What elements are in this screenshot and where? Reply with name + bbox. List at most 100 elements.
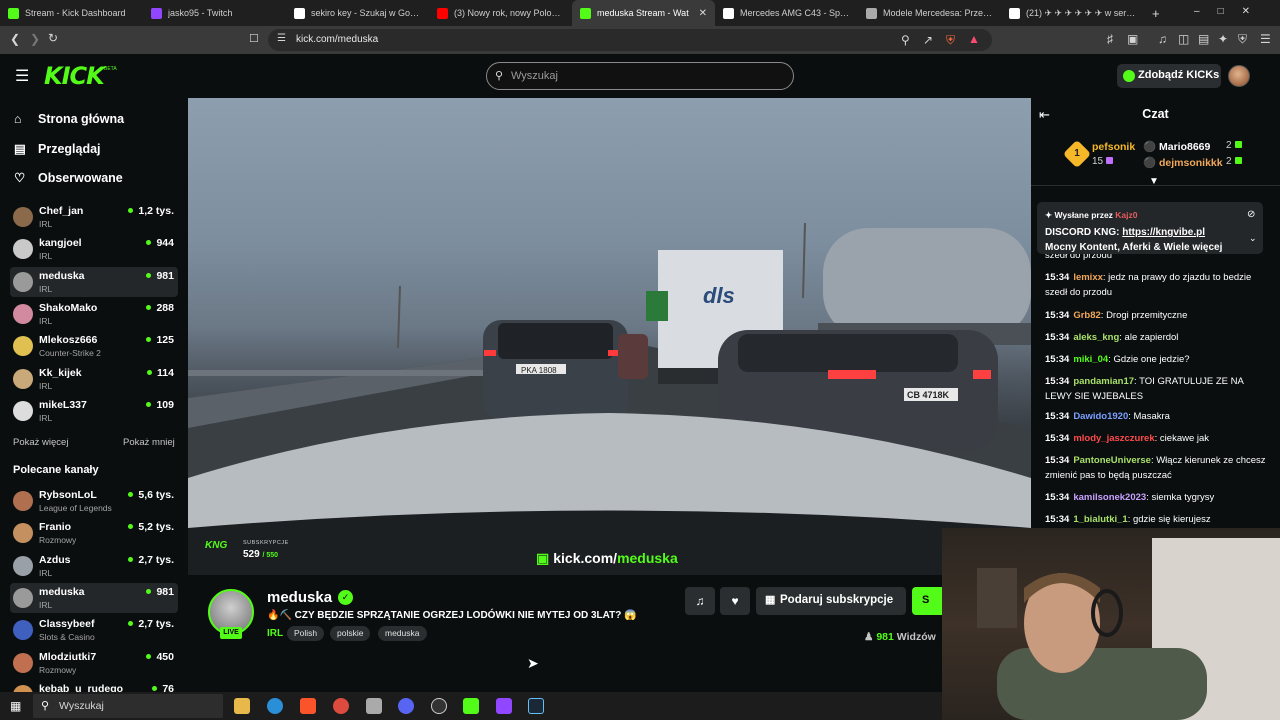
message-username[interactable]: PantoneUniverse [1073,455,1151,466]
expand-leaderboard-icon[interactable]: ▼ [1149,176,1159,187]
sidebar-channel[interactable]: Classybeef Slots & Casino 2,7 tys. [10,615,178,645]
kick-logo[interactable]: KICK [44,62,105,90]
search-input[interactable]: ⚲ Wyszukaj [486,62,794,90]
back-icon[interactable]: ❮ [10,32,20,46]
browser-tab[interactable]: sekiro key - Szukaj w Google [286,0,429,26]
sidebar-channel[interactable]: mikeL337 IRL 109 [10,396,178,426]
reload-icon[interactable]: ↻ [48,31,58,45]
menu-icon[interactable]: ☰ [1260,32,1271,46]
tag-polskie[interactable]: polskie [330,626,371,641]
hide-pinned-icon[interactable]: ⊘ [1247,209,1255,220]
browser-tab[interactable]: Stream - Kick Dashboard [0,0,143,26]
channel-category: IRL [39,315,53,326]
pinned-link[interactable]: https://kngvibe.pl [1122,227,1205,238]
chevron-down-icon[interactable]: ⌄ [1249,233,1257,244]
screenshot-icon[interactable]: ▣ [1127,32,1138,46]
browser-tab[interactable]: meduska Stream - Wat ✕ [572,0,715,26]
twitch-icon[interactable] [496,698,512,714]
wallet-icon[interactable]: ▤ [1198,32,1209,46]
steam-icon[interactable] [528,698,544,714]
app-icon[interactable] [366,698,382,714]
browser-tab[interactable]: jasko95 - Twitch [143,0,286,26]
streamer-name[interactable]: meduska [267,589,332,606]
nav-following-label: Obserwowane [38,171,123,185]
discord-icon[interactable] [398,698,414,714]
nav-home[interactable]: ⌂ Strona główna [14,112,124,132]
nav-following[interactable]: ♡ Obserwowane [14,170,123,190]
forward-icon[interactable]: ❯ [30,32,40,46]
message-username[interactable]: mlody_jaszczurek [1073,433,1154,444]
windows-start-icon[interactable]: ▦ [10,699,21,713]
channel-avatar [13,587,33,608]
message-username[interactable]: kamilsonek2023 [1073,492,1146,503]
sidebar-channel[interactable]: Kk_kijek IRL 114 [10,364,178,394]
address-bar[interactable]: ☰ kick.com/meduska ⚲ ↗ ⛨ ▲ [268,29,992,51]
leader-third-name[interactable]: ⚫ dejmsonikkk [1143,156,1223,169]
sidebar-channel[interactable]: Mlekosz666 Counter-Strike 2 125 [10,331,178,361]
brave-icon[interactable] [300,698,316,714]
brave-rewards-icon[interactable]: ▲ [968,32,980,46]
user-avatar[interactable] [1228,65,1250,87]
tag-polish[interactable]: Polish [287,626,325,641]
stream-category[interactable]: IRL [267,628,283,639]
message-username[interactable]: Dawido1920 [1073,411,1128,422]
show-less-link[interactable]: Pokaż mniej [123,437,175,448]
gift-subs-button[interactable]: ▦ Podaruj subskrypcje [756,587,906,615]
leader-first-name[interactable]: pefsonik [1092,141,1135,153]
hamburger-menu-icon[interactable]: ☰ [15,66,29,86]
leader-second-name[interactable]: ⚫ Mario8669 [1143,140,1210,153]
message-username[interactable]: aleks_kng [1073,332,1119,343]
tag-meduska[interactable]: meduska [378,626,427,641]
zoom-icon[interactable]: ⚲ [901,33,910,47]
message-username[interactable]: miki_04 [1073,354,1108,365]
chat-message: 15:34 mlody_jaszczurek: ciekawe jak [1045,433,1210,444]
follow-button[interactable]: ♥ [720,587,750,615]
brave-shield-icon[interactable]: ⛨ [946,33,955,48]
kick-app-icon[interactable] [463,698,479,714]
file-explorer-icon[interactable] [234,698,250,714]
sidebar-channel[interactable]: Franio Rozmowy 5,2 tys. [10,518,178,548]
message-username[interactable]: pandamian17 [1073,376,1134,387]
sidebar-channel[interactable]: ShakoMako IRL 288 [10,299,178,329]
browser-tab[interactable]: (21) ✈ ✈ ✈ ✈ ✈ ✈ w serwisie [1001,0,1144,26]
channel-viewers: 5,2 tys. [128,521,174,533]
nav-home-label: Strona główna [38,112,125,126]
taskbar-search[interactable]: ⚲ Wyszukaj [33,694,223,718]
edge-icon[interactable] [267,698,283,714]
new-tab-button[interactable]: + [1152,6,1160,21]
sidebar-channel[interactable]: kangjoel IRL 944 [10,234,178,264]
bookmark-icon[interactable]: ☐ [249,32,259,45]
leo-ai-icon[interactable]: ✦ [1218,32,1228,46]
browser-tab[interactable]: Modele Mercedesa: Przegląd n [858,0,1001,26]
browser-tab[interactable]: (3) Nowy rok, nowy Polonez (n [429,0,572,26]
get-kicks-button[interactable]: Zdobądź KICKs [1117,64,1221,88]
sidebar-channel[interactable]: Azdus IRL 2,7 tys. [10,551,178,581]
tab-favicon-icon [866,7,877,19]
site-info-icon[interactable]: ☰ [277,33,286,44]
message-username[interactable]: Grb82 [1073,310,1100,321]
channel-avatar [13,336,33,357]
message-username[interactable]: lemixx [1073,272,1103,283]
sidebar-channel[interactable]: RybsonLoL League of Legends 5,6 tys. [10,486,178,516]
notification-button[interactable]: ♫ [685,587,715,615]
obs-icon[interactable] [431,698,447,714]
chrome-icon[interactable] [333,698,349,714]
sidebar-channel[interactable]: Chef_jan IRL 1,2 tys. [10,202,178,232]
browser-tab[interactable]: Mercedes AMG C43 - Spotkam [715,0,858,26]
window-controls-icon[interactable]: –□✕ [1194,6,1268,17]
share-icon[interactable]: ↗ [923,33,933,47]
video-player[interactable]: dls PKA 1808 CB 4718K KNG SUBSKRYPCJE 52… [188,98,1031,575]
media-icon[interactable]: ♫ [1158,32,1167,46]
pinned-line-2: Mocny Kontent, Aferki & Wiele więcej [1045,242,1223,253]
tab-favicon-icon [294,7,305,19]
extensions-icon[interactable]: ♯ [1107,32,1113,46]
nav-browse[interactable]: ▤ Przeglądaj [14,141,101,161]
sidebar-channel[interactable]: meduska IRL 981 [10,266,178,297]
close-tab-icon[interactable]: ✕ [699,8,707,19]
vpn-icon[interactable]: ⛨ [1238,32,1247,47]
sidebar-toggle-icon[interactable]: ◫ [1178,32,1189,46]
message-username[interactable]: 1_bialutki_1 [1073,514,1127,525]
sidebar-channel[interactable]: Mlodziutki7 Rozmowy 450 [10,648,178,678]
show-more-link[interactable]: Pokaż więcej [13,437,68,448]
sidebar-channel[interactable]: meduska IRL 981 [10,582,178,613]
